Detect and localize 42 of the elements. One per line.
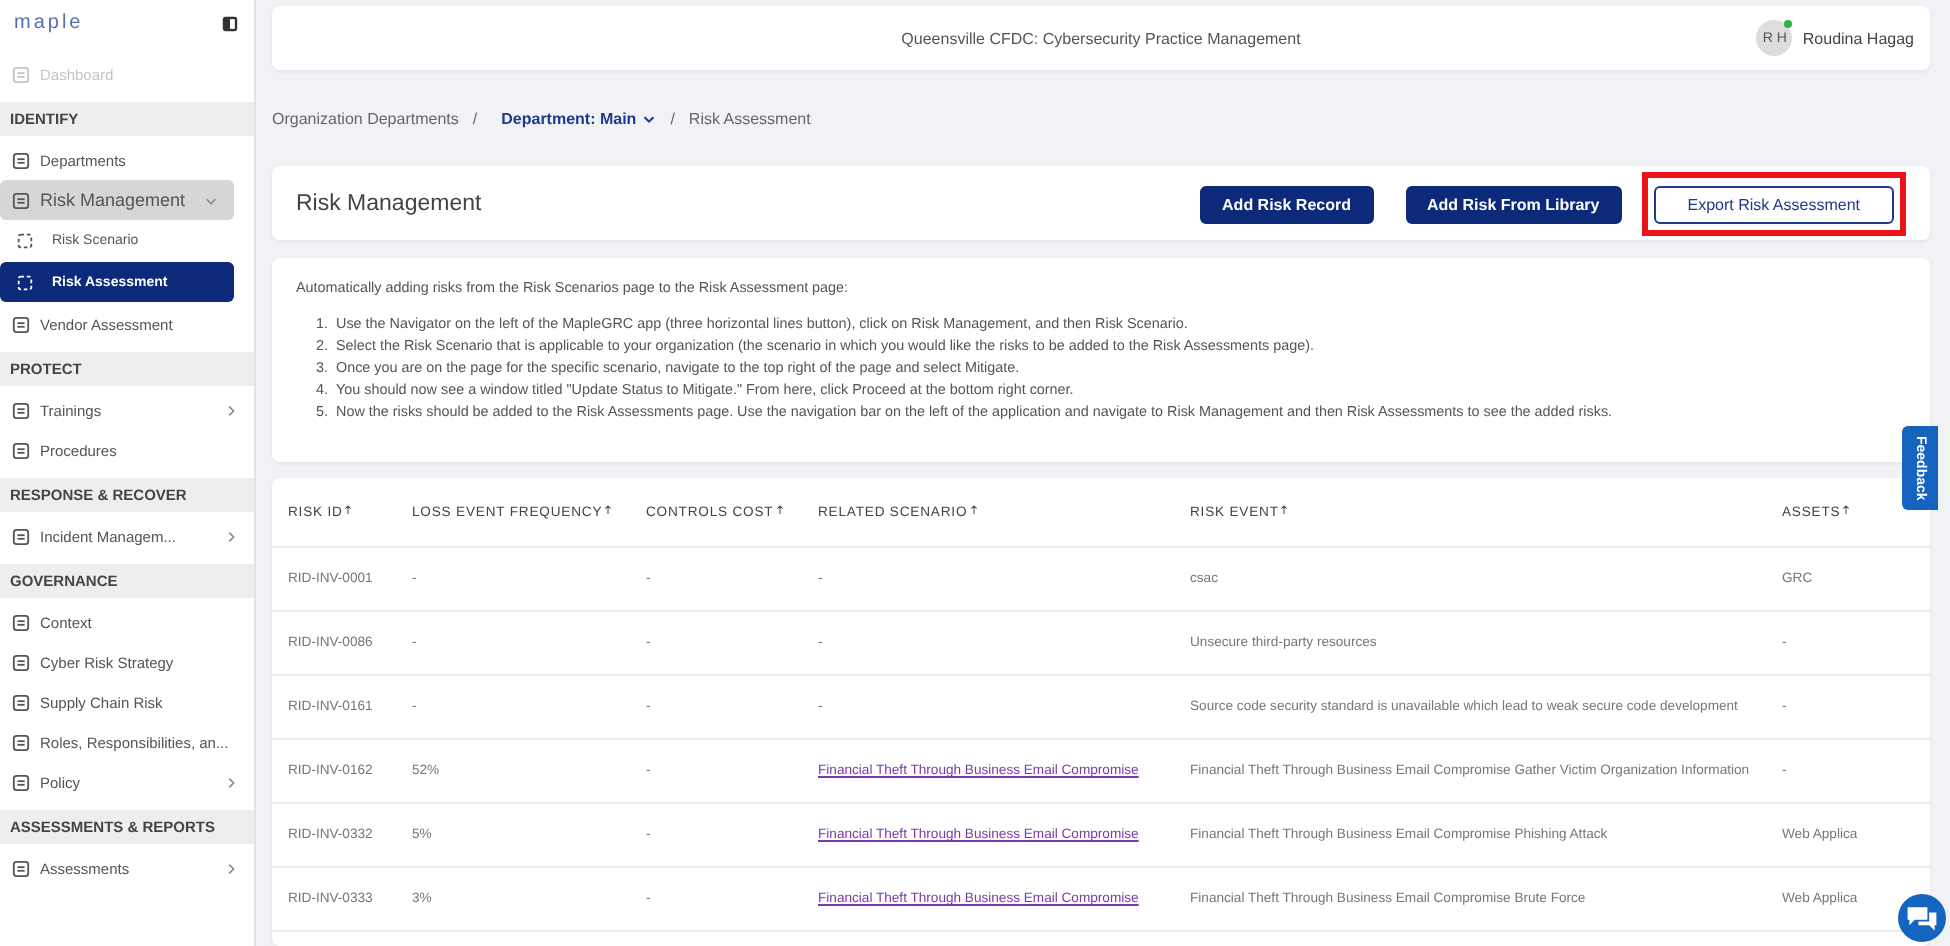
nav-icon (12, 693, 30, 711)
chevron-down-icon (642, 111, 657, 125)
nav-icon (16, 231, 34, 249)
logo: maple (14, 12, 84, 34)
nav-icon (12, 441, 30, 459)
nav-icon (16, 273, 34, 291)
nav-icon (12, 613, 30, 631)
action-button[interactable]: Add Risk Record (1200, 185, 1373, 223)
page-title: Risk Management (296, 191, 482, 215)
sort-arrow-icon[interactable] (604, 504, 613, 516)
sort-arrow-icon[interactable] (775, 504, 784, 516)
sort-arrow-icon[interactable] (1842, 504, 1851, 516)
nav-icon (12, 315, 30, 333)
chevron-icon (224, 775, 238, 789)
nav-icon (12, 859, 30, 877)
user-name: Roudina Hagag (1802, 29, 1914, 47)
breadcrumb-current: Risk Assessment (688, 109, 811, 127)
chevron-icon (224, 529, 238, 543)
chevron-icon (224, 403, 238, 417)
sort-arrow-icon[interactable] (344, 504, 353, 516)
department-dropdown[interactable]: Department: Main (501, 109, 657, 127)
nav-icon (12, 191, 30, 209)
nav-icon (12, 151, 30, 169)
breadcrumb-separator: / (472, 109, 478, 127)
app-title: Queensville CFDC: Cybersecurity Practice Management (901, 29, 1301, 47)
sidebar-toggle-icon[interactable] (222, 15, 238, 31)
nav-icon (12, 527, 30, 545)
sort-arrow-icon[interactable] (969, 504, 978, 516)
action-button[interactable]: Export Risk Assessment (1653, 185, 1894, 223)
breadcrumb-link[interactable]: Organization Departments (272, 109, 459, 127)
action-button[interactable]: Add Risk From Library (1405, 185, 1622, 223)
nav-icon (12, 401, 30, 419)
chevron-icon (224, 861, 238, 875)
breadcrumb-separator: / (670, 109, 675, 127)
chat-button[interactable] (1898, 894, 1946, 942)
nav-icon (12, 65, 30, 83)
chevron-icon (204, 193, 218, 207)
nav-icon (12, 733, 30, 751)
nav-icon (12, 773, 30, 791)
nav-icon (12, 653, 30, 671)
nav-item[interactable]: Risk Management (0, 180, 234, 220)
sort-arrow-icon[interactable] (1280, 504, 1289, 516)
